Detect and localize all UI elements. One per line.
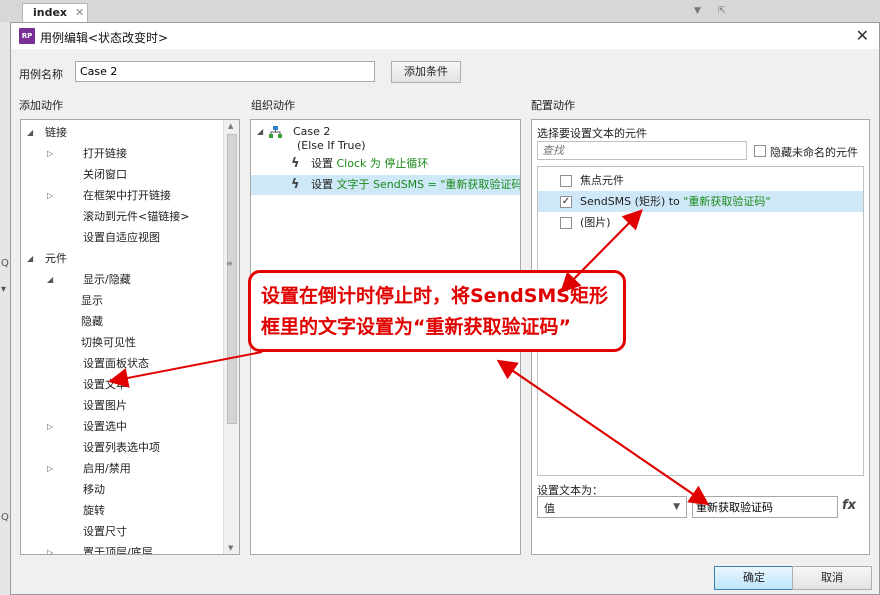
widget-checkbox-checked[interactable]: ✓ bbox=[560, 196, 572, 208]
action-tree-item-label: 旋转 bbox=[83, 504, 105, 517]
widget-value: "重新获取验证码" bbox=[683, 195, 771, 208]
action-row-clock[interactable]: ϟ 设置 Clock 为 停止循环 bbox=[251, 154, 520, 174]
scroll-thumb[interactable] bbox=[227, 134, 237, 424]
select-widgets-label: 选择要设置文本的元件 bbox=[537, 127, 647, 140]
action-tree-item-label: 滚动到元件<锚链接> bbox=[83, 210, 190, 223]
action-prefix: 设置 bbox=[311, 157, 337, 170]
expanded-triangle-icon[interactable]: ◢ bbox=[27, 122, 33, 143]
action-tree-item-label: 打开链接 bbox=[83, 147, 127, 160]
action-tree-item-label: 设置图片 bbox=[83, 399, 127, 412]
background-tab-strip bbox=[0, 0, 880, 22]
action-tree-scrollbar[interactable]: ▲ ≡ ▼ bbox=[223, 120, 239, 554]
background-tab-label: index bbox=[33, 6, 68, 19]
widget-row-focus[interactable]: 焦点元件 bbox=[538, 170, 863, 191]
configure-actions-header: 配置动作 bbox=[531, 99, 575, 112]
action-tree-item-label: 元件 bbox=[45, 252, 67, 265]
action-tree-item-label: 设置面板状态 bbox=[83, 357, 149, 370]
case-name-input[interactable] bbox=[75, 61, 375, 82]
search-input[interactable] bbox=[537, 141, 747, 160]
chevron-down-icon: ▼ bbox=[673, 502, 680, 512]
annotation-line-1: 设置在倒计时停止时，将SendSMS矩形 bbox=[261, 285, 608, 307]
fx-button[interactable]: fx bbox=[842, 498, 856, 513]
action-tree-item-label: 在框架中打开链接 bbox=[83, 189, 171, 202]
annotation-line-2: 框里的文字设置为“重新获取验证码” bbox=[261, 316, 571, 338]
expanded-triangle-icon[interactable]: ◢ bbox=[27, 248, 33, 269]
lightning-icon: ϟ bbox=[291, 156, 300, 171]
action-tree-item-label: 显示/隐藏 bbox=[83, 273, 131, 286]
text-value-input[interactable] bbox=[692, 496, 838, 518]
action-target: 文字于 SendSMS = "重新获取验证码" bbox=[336, 178, 521, 191]
action-tree-item-label: 设置尺寸 bbox=[83, 525, 127, 538]
background-tab-index[interactable]: index ✕ bbox=[22, 3, 88, 22]
scroll-down-icon[interactable]: ▼ bbox=[228, 544, 233, 552]
hide-unnamed-label: 隐藏未命名的元件 bbox=[770, 146, 858, 159]
collapsed-triangle-icon[interactable]: ▷ bbox=[47, 143, 53, 164]
dialog-title: 用例编辑<状态改变时> bbox=[40, 31, 169, 45]
action-tree-item-label: 启用/禁用 bbox=[83, 462, 131, 475]
action-tree-item-label: 移动 bbox=[83, 483, 105, 496]
widget-label: (图片) bbox=[580, 216, 611, 229]
case-condition-row: (Else If True) bbox=[251, 136, 520, 156]
value-type-select[interactable]: 值 ▼ bbox=[537, 496, 687, 518]
chevron-down-icon[interactable]: ▼ bbox=[694, 6, 701, 16]
action-tree-item-label: 隐藏 bbox=[81, 315, 103, 328]
collapsed-triangle-icon[interactable]: ▷ bbox=[47, 416, 53, 437]
case-name-label: 用例名称 bbox=[19, 68, 63, 81]
collapsed-triangle-icon[interactable]: ▷ bbox=[47, 542, 53, 554]
organize-actions-header: 组织动作 bbox=[251, 99, 295, 112]
action-tree-item-label: 设置列表选中项 bbox=[83, 441, 160, 454]
action-tree-item-label: 切换可见性 bbox=[81, 336, 136, 349]
action-tree-item-label: 置于顶层/底层 bbox=[83, 546, 153, 555]
action-prefix: 设置 bbox=[311, 178, 337, 191]
background-tab-close-icon[interactable]: ✕ bbox=[75, 6, 84, 19]
annotation-callout: 设置在倒计时停止时，将SendSMS矩形 框里的文字设置为“重新获取验证码” bbox=[248, 270, 626, 352]
action-tree-item-label: 设置选中 bbox=[83, 420, 127, 433]
ok-button[interactable]: 确定 bbox=[714, 566, 794, 590]
case-condition: (Else If True) bbox=[297, 139, 366, 152]
collapsed-triangle-icon[interactable]: ▷ bbox=[47, 458, 53, 479]
action-tree-item-label: 关闭窗口 bbox=[83, 168, 127, 181]
widget-row-image[interactable]: (图片) bbox=[538, 212, 863, 233]
background-search-icon-2: Q bbox=[1, 512, 9, 523]
scroll-grip-icon: ≡ bbox=[226, 259, 233, 268]
value-type-selected: 值 bbox=[544, 502, 555, 515]
widget-checkbox[interactable] bbox=[560, 175, 572, 187]
lightning-icon: ϟ bbox=[291, 177, 300, 192]
widget-checkbox[interactable] bbox=[560, 217, 572, 229]
background-dropdown-icon: ▾ bbox=[1, 284, 7, 295]
widget-label: SendSMS (矩形) to bbox=[580, 195, 684, 208]
close-icon[interactable]: ✕ bbox=[856, 26, 869, 45]
action-row-sendsms[interactable]: ϟ 设置 文字于 SendSMS = "重新获取验证码" bbox=[251, 175, 520, 195]
action-tree-item-label: 设置自适应视图 bbox=[83, 231, 160, 244]
hide-unnamed-checkbox[interactable] bbox=[754, 145, 766, 157]
expanded-triangle-icon[interactable]: ◢ bbox=[47, 269, 53, 290]
add-condition-button[interactable]: 添加条件 bbox=[391, 61, 461, 83]
collapsed-triangle-icon[interactable]: ▷ bbox=[47, 185, 53, 206]
background-search-icon: Q bbox=[1, 258, 9, 269]
action-tree-item-label: 显示 bbox=[81, 294, 103, 307]
collapse-icon[interactable]: ⇱ bbox=[718, 6, 726, 16]
action-target: Clock 为 停止循环 bbox=[336, 157, 429, 170]
widget-label: 焦点元件 bbox=[580, 174, 624, 187]
scroll-up-icon[interactable]: ▲ bbox=[228, 122, 233, 130]
add-actions-panel: ◢ 链接 ▷ 打开链接关闭窗口 ▷ 在框架中打开链接滚动到元件<锚链接> 设置自适应视图 ◢ 元… bbox=[20, 119, 240, 555]
add-actions-header: 添加动作 bbox=[19, 99, 63, 112]
cancel-button[interactable]: 取消 bbox=[792, 566, 872, 590]
action-tree-item-label: 设置文本 bbox=[83, 378, 127, 391]
dialog-titlebar: RP 用例编辑<状态改变时> ✕ bbox=[11, 23, 879, 49]
widget-row-sendsms[interactable]: ✓ SendSMS (矩形) to "重新获取验证码" bbox=[538, 191, 863, 212]
axure-rp-icon: RP bbox=[19, 28, 35, 44]
action-tree-item-label: 链接 bbox=[45, 126, 67, 139]
